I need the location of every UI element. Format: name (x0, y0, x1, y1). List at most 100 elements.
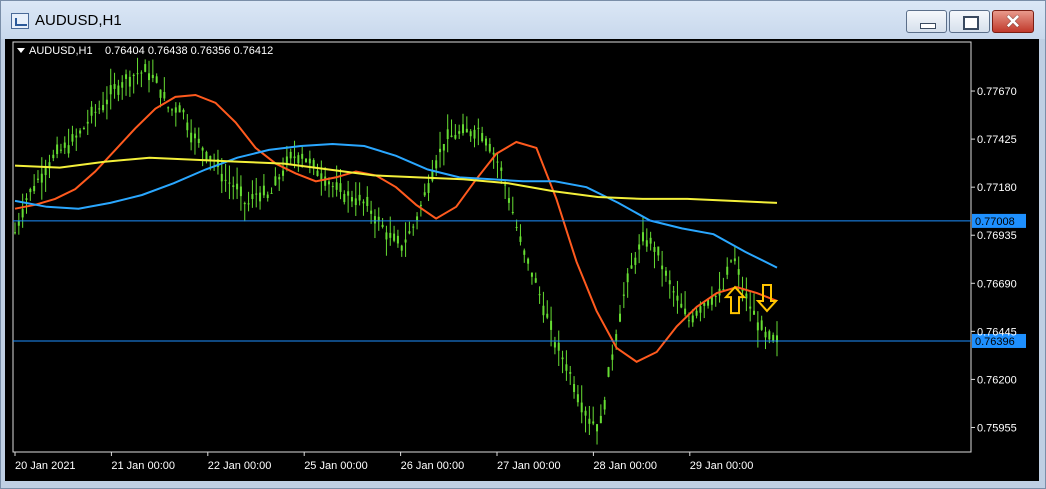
candle-body (159, 89, 162, 98)
candle-body (465, 128, 468, 133)
time-tick-label: 21 Jan 00:00 (111, 460, 175, 472)
candle-body (664, 270, 667, 276)
candle-body (132, 74, 135, 77)
candle-body (205, 151, 208, 161)
candle-body (182, 109, 185, 113)
symbol-label: AUDUSD,H1 (29, 45, 93, 57)
candle-body (687, 320, 690, 322)
candle-body (335, 182, 338, 190)
candle-body (71, 134, 74, 142)
price-tick-label: 0.76935 (977, 230, 1017, 242)
candle-body (676, 295, 679, 301)
candle-body (584, 410, 587, 416)
candle-body (350, 197, 353, 202)
candle-body (140, 72, 143, 74)
candle-body (63, 142, 66, 148)
candle-body (427, 183, 430, 193)
maximize-button[interactable] (949, 10, 990, 33)
candle-body (404, 239, 407, 243)
minimize-button[interactable] (906, 10, 947, 33)
candle-body (619, 313, 622, 322)
candle-body (553, 342, 556, 348)
candle-body (178, 105, 181, 113)
price-axis[interactable]: 0.77670 0.77425 0.77180 0.76935 0.76690 0.764… (971, 86, 1017, 434)
buy-arrow-icon[interactable] (723, 285, 747, 315)
candle-body (297, 155, 300, 164)
ma-slow-line (14, 156, 778, 204)
candle-body (419, 204, 422, 207)
candle-body (327, 181, 330, 185)
candle-body (82, 127, 85, 129)
candle-body (331, 186, 334, 188)
candle-body (90, 106, 93, 116)
candle-body (155, 76, 158, 83)
candle-body (128, 76, 131, 87)
candle-body (324, 176, 327, 186)
candle-body (308, 158, 311, 164)
candle-body (416, 216, 419, 221)
candle-body (603, 400, 606, 410)
collapse-triangle-icon[interactable] (17, 48, 25, 53)
candle-body (450, 135, 453, 137)
candle-body (21, 209, 24, 218)
candle-body (565, 364, 568, 371)
candle-body (592, 421, 595, 424)
candle-body (59, 149, 62, 151)
candle-body (519, 236, 522, 242)
chart-area[interactable]: AUDUSD,H1 0.76404 0.76438 0.76356 0.7641… (5, 39, 1039, 481)
candle-body (125, 74, 128, 79)
candle-body (542, 305, 545, 316)
time-axis[interactable]: 20 Jan 2021 21 Jan 00:00 22 Jan 00:00 25 Ja… (14, 452, 753, 472)
candle-body (255, 193, 258, 195)
candle-body (561, 357, 564, 360)
close-icon: ✕ (1005, 12, 1021, 33)
candle-body (492, 152, 495, 155)
chart-window: AUDUSD,H1 ✕ AUDUSD,H1 0.76404 0.76438 0.… (0, 0, 1046, 489)
candle-body (190, 132, 193, 143)
price-tick-label: 0.77180 (977, 182, 1017, 194)
candle-body (40, 173, 43, 183)
candle-body (220, 173, 223, 182)
candle-body (488, 143, 491, 152)
candle-body (439, 148, 442, 153)
candle-body (435, 160, 438, 169)
chart-window-icon (11, 13, 29, 29)
candle-body (163, 91, 166, 99)
candle-body (247, 203, 250, 205)
candle-body (760, 320, 763, 330)
candle-body (144, 64, 147, 72)
candle-body (515, 226, 518, 228)
candle-body (79, 130, 82, 134)
candle-body (691, 315, 694, 323)
moving-averages-layer (14, 93, 778, 363)
candle-body (634, 257, 637, 265)
candle-body (507, 198, 510, 203)
candle-body (362, 201, 365, 204)
candle-body (14, 232, 16, 234)
candle-body (611, 354, 614, 360)
close-button[interactable]: ✕ (992, 10, 1034, 33)
candle-body (423, 192, 426, 196)
candle-body (462, 124, 465, 134)
candle-body (339, 183, 342, 192)
candle-body (726, 266, 729, 275)
candle-body (607, 367, 610, 377)
candle-body (197, 138, 200, 144)
candle-body (293, 156, 296, 159)
candle-body (546, 313, 549, 318)
candle-body (672, 291, 675, 293)
candle-body (641, 232, 644, 242)
candle-body (500, 167, 503, 171)
title-bar[interactable]: AUDUSD,H1 ✕ (1, 1, 1045, 39)
ma-fast-line (14, 93, 778, 363)
price-chart[interactable]: AUDUSD,H1 0.76404 0.76438 0.76356 0.7641… (5, 39, 1039, 481)
candle-body (243, 202, 246, 205)
candle-body (209, 155, 212, 160)
candle-body (454, 134, 457, 139)
candle-body (67, 145, 70, 154)
time-tick-label: 20 Jan 2021 (15, 460, 76, 472)
candle-body (615, 334, 618, 342)
time-tick-label: 22 Jan 00:00 (208, 460, 272, 472)
candle-body (749, 306, 752, 309)
price-tick-label: 0.76200 (977, 374, 1017, 386)
